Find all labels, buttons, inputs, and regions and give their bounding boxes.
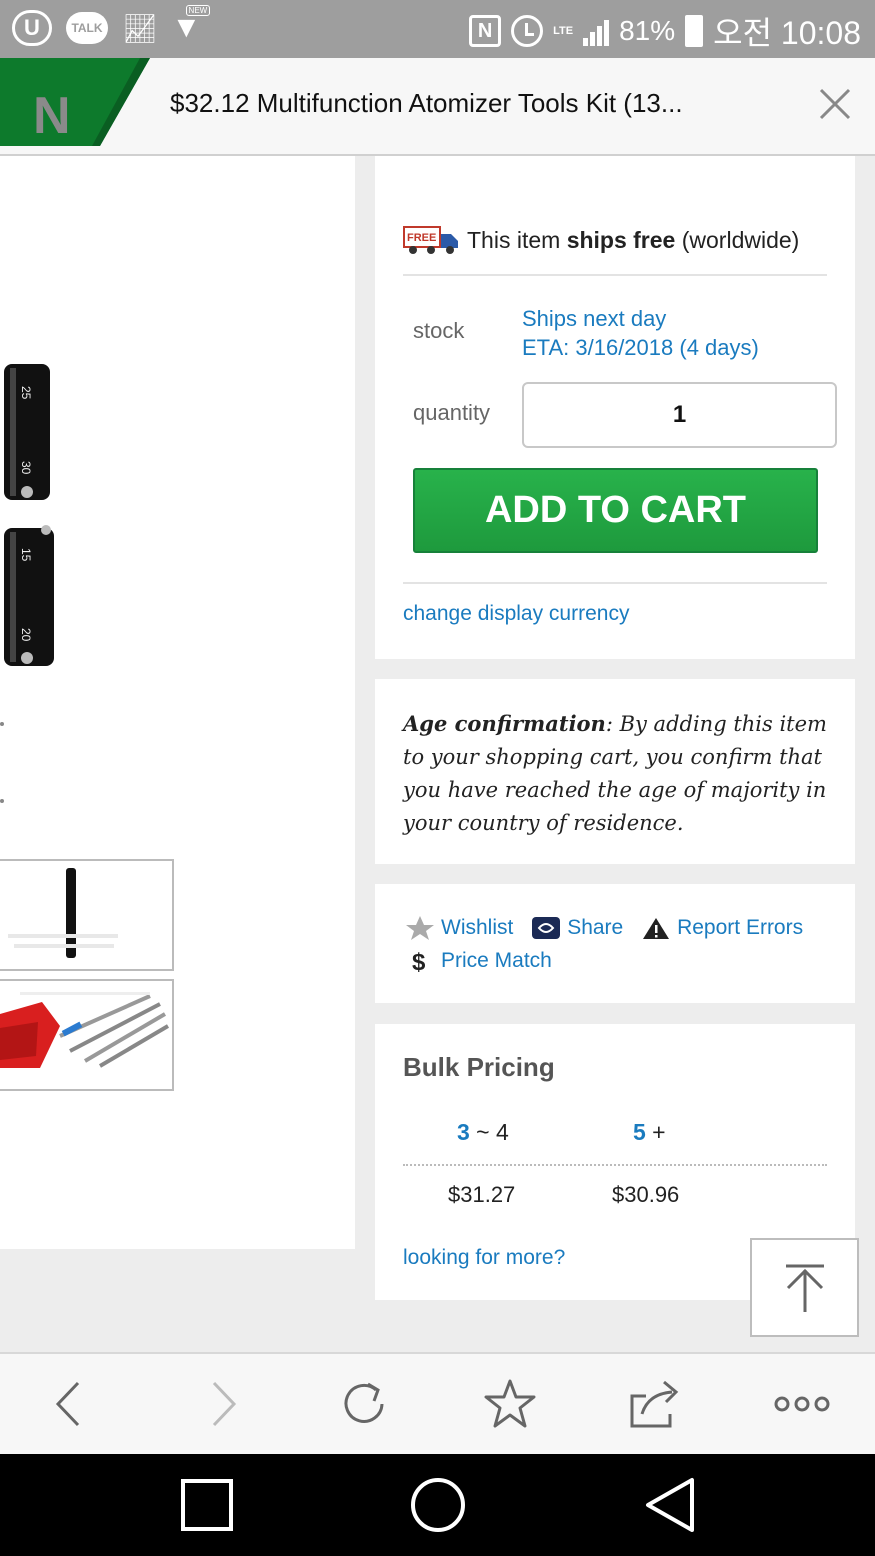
reload-icon — [344, 1382, 384, 1423]
purchase-card: FREE This item ships free (worldwide) st… — [375, 156, 855, 659]
talk-icon: TALK — [66, 12, 108, 44]
bulk-pricing-title: Bulk Pricing — [403, 1052, 555, 1082]
add-to-cart-button[interactable]: ADD TO CART — [413, 468, 818, 553]
share-out-icon — [630, 1380, 679, 1428]
thumbnail-1[interactable] — [0, 859, 174, 971]
cylinder-image-1: 25 30 — [4, 364, 50, 500]
clock: 오전 10:08 — [713, 15, 861, 51]
home-button[interactable] — [403, 1472, 473, 1538]
status-bar: U TALK 📈︎ ▼ NEW N LTE 81% 오전 10:08 — [0, 0, 875, 58]
svg-text:25: 25 — [19, 386, 33, 400]
product-image-panel: 25 30 15 20 — [0, 156, 355, 1249]
scroll-to-top-button[interactable] — [750, 1238, 859, 1337]
change-currency-link[interactable]: change display currency — [403, 602, 629, 626]
price-match-link[interactable]: $ Price Match — [405, 947, 552, 975]
share-button[interactable] — [624, 1378, 684, 1430]
svg-text:20: 20 — [19, 628, 33, 642]
battery-percent: 81% — [619, 15, 676, 46]
alarm-icon — [511, 15, 544, 47]
shipping-text: This item ships free (worldwide) — [467, 226, 800, 253]
tier-header-2: 5 + — [633, 1119, 666, 1145]
recents-button[interactable] — [172, 1472, 242, 1538]
page-title: $32.12 Multifunction Atomizer Tools Kit … — [170, 88, 683, 118]
report-errors-link[interactable]: Report Errors — [641, 914, 803, 942]
quantity-label: quantity — [413, 400, 491, 425]
divider — [403, 582, 827, 584]
quantity-input[interactable]: 1 — [522, 382, 837, 448]
tier-price-1: $31.27 — [448, 1182, 516, 1207]
square-icon — [181, 1479, 233, 1531]
wifi-icon: ▼ NEW — [172, 5, 211, 45]
chart-icon: 📈︎ — [122, 12, 158, 44]
lte-icon: LTE — [553, 25, 574, 37]
free-shipping-truck-icon: FREE — [403, 226, 458, 254]
age-confirmation-text: Age confirmation: By adding this item to… — [403, 711, 827, 835]
back-nav-button[interactable] — [635, 1472, 705, 1538]
n-logo-icon[interactable]: N — [0, 58, 150, 146]
share-icon — [532, 917, 561, 939]
dotted-divider — [403, 1164, 827, 1166]
actions-list: Wishlist Share Report Errors $ Price Mat… — [405, 914, 835, 980]
nfc-icon: N — [469, 15, 502, 47]
android-nav-bar — [0, 1454, 875, 1556]
cylinder-image-2: 15 20 — [4, 525, 54, 666]
svg-text:$: $ — [412, 949, 426, 974]
u-app-icon: U — [12, 10, 52, 46]
browser-header: N $32.12 Multifunction Atomizer Tools Ki… — [0, 58, 875, 156]
age-confirmation-card: Age confirmation: By adding this item to… — [375, 679, 855, 864]
chevron-right-icon — [212, 1381, 237, 1427]
triangle-back-icon — [646, 1478, 694, 1532]
battery-icon — [685, 15, 704, 47]
circle-icon — [411, 1478, 465, 1532]
back-button[interactable] — [40, 1378, 100, 1430]
close-icon[interactable] — [817, 86, 853, 122]
svg-text:FREE: FREE — [407, 232, 436, 244]
dollar-icon: $ — [412, 949, 426, 974]
warning-icon — [643, 918, 670, 939]
more-button[interactable] — [772, 1378, 832, 1430]
bookmark-button[interactable] — [480, 1378, 540, 1430]
stock-label: stock — [413, 318, 465, 343]
looking-for-more-link[interactable]: looking for more? — [403, 1246, 565, 1270]
svg-text:15: 15 — [19, 548, 33, 562]
shipping-row: FREE This item ships free (worldwide) — [403, 226, 799, 254]
more-dots-icon — [774, 1396, 830, 1412]
share-link[interactable]: Share — [531, 914, 623, 942]
star-outline-icon — [484, 1379, 536, 1428]
actions-card: Wishlist Share Report Errors $ Price Mat… — [375, 884, 855, 1003]
signal-icon — [583, 16, 610, 46]
browser-toolbar — [0, 1352, 875, 1454]
svg-text:30: 30 — [19, 461, 33, 475]
new-badge: NEW — [185, 5, 211, 16]
arrow-up-icon — [786, 1264, 824, 1312]
forward-button[interactable] — [192, 1378, 252, 1430]
wishlist-link[interactable]: Wishlist — [405, 914, 513, 942]
product-images: 25 30 15 20 — [0, 364, 174, 1091]
tier-header-1: 3 ~ 4 — [457, 1119, 509, 1145]
chevron-left-icon — [55, 1381, 80, 1427]
thumbnail-2[interactable] — [0, 979, 174, 1091]
reload-button[interactable] — [334, 1378, 394, 1430]
stock-status: Ships next day ETA: 3/16/2018 (4 days) — [522, 306, 759, 360]
star-icon — [406, 916, 434, 940]
svg-text:N: N — [33, 87, 71, 145]
tier-price-2: $30.96 — [612, 1182, 680, 1207]
divider — [403, 274, 827, 276]
